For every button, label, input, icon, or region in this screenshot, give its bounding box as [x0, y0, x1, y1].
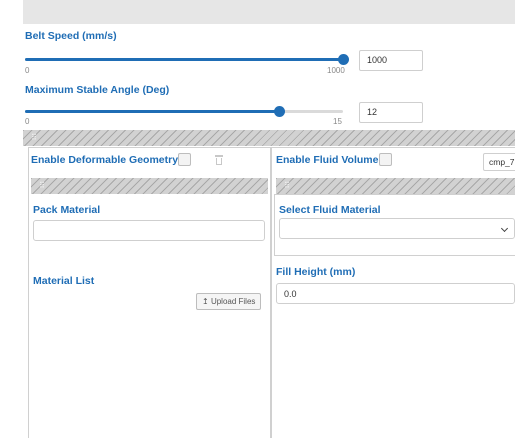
max-angle-input[interactable]: 12: [359, 102, 423, 123]
max-angle-max-label: 15: [333, 117, 342, 126]
fluid-material-select[interactable]: [279, 218, 515, 239]
belt-speed-input[interactable]: 1000: [359, 50, 423, 71]
pack-material-input[interactable]: [33, 220, 265, 241]
max-angle-slider-thumb[interactable]: [274, 106, 285, 117]
enable-deformable-geometry-checkbox[interactable]: [178, 153, 191, 166]
material-list-label: Material List: [33, 275, 95, 287]
drag-grip-icon: ⠿: [284, 181, 290, 190]
drag-grip-icon: ⠿: [31, 133, 37, 142]
trash-icon[interactable]: [215, 155, 223, 165]
chevron-down-icon: [500, 224, 509, 233]
max-angle-label: Maximum Stable Angle (Deg): [25, 84, 170, 96]
upload-files-button[interactable]: ↥ Upload Files: [196, 293, 262, 310]
section-drag-handle[interactable]: ⠿: [23, 130, 515, 146]
belt-speed-slider[interactable]: [25, 54, 349, 65]
belt-speed-min-label: 0: [25, 66, 30, 75]
enable-deformable-geometry-label: Enable Deformable Geometry: [31, 154, 179, 166]
belt-speed-slider-fill: [25, 58, 343, 61]
enable-fluid-volume-checkbox[interactable]: [379, 153, 392, 166]
pack-drag-handle[interactable]: ⠿: [31, 178, 268, 194]
fill-height-input[interactable]: 0.0: [276, 283, 515, 304]
select-fluid-material-label: Select Fluid Material: [279, 204, 381, 216]
top-header-bar: [23, 0, 515, 24]
belt-speed-max-label: 1000: [327, 66, 345, 75]
belt-speed-label: Belt Speed (mm/s): [25, 30, 117, 42]
upload-icon: ↥: [202, 297, 209, 306]
max-angle-slider-fill: [25, 110, 279, 113]
max-angle-slider[interactable]: [25, 106, 343, 117]
fill-height-label: Fill Height (mm): [276, 266, 356, 278]
enable-fluid-volume-label: Enable Fluid Volume: [276, 154, 379, 166]
component-id-field[interactable]: cmp_7: [483, 153, 515, 171]
fluid-drag-handle[interactable]: ⠿: [276, 178, 515, 194]
drag-grip-icon: ⠿: [39, 181, 45, 190]
upload-files-label: Upload Files: [210, 297, 256, 306]
max-angle-min-label: 0: [25, 117, 30, 126]
belt-speed-slider-thumb[interactable]: [338, 54, 349, 65]
pack-material-label: Pack Material: [33, 204, 101, 216]
